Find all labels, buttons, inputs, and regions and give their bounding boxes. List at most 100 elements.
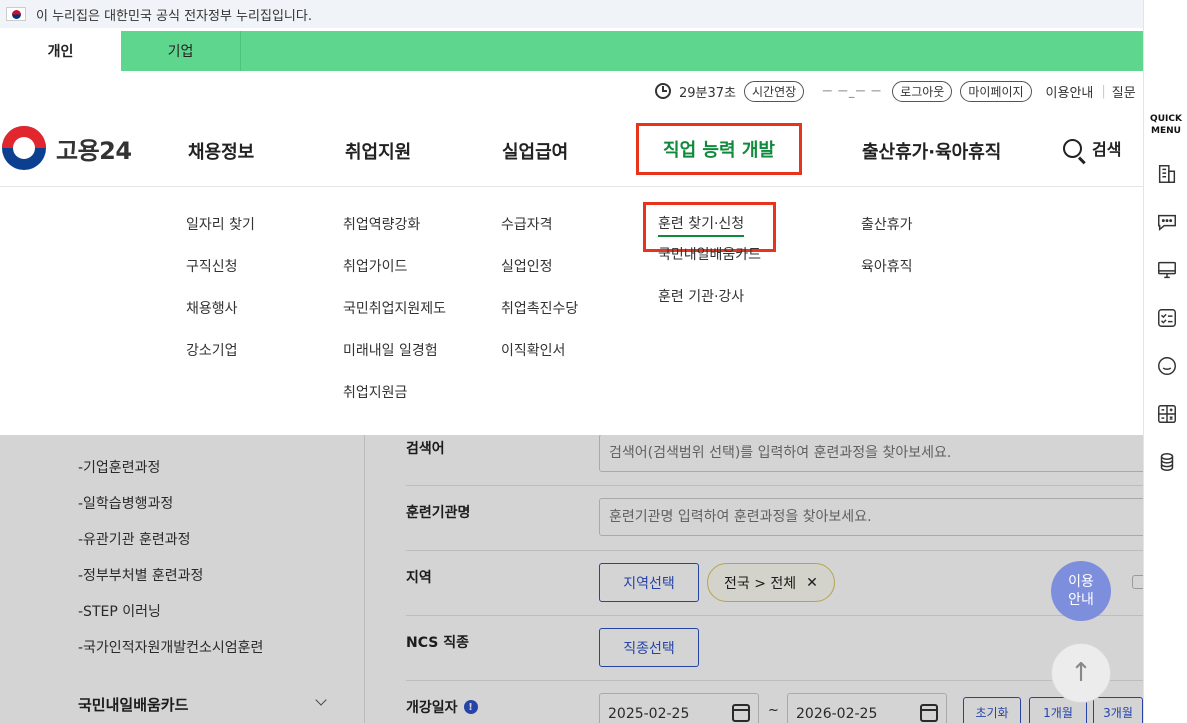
logout-button[interactable]: 로그아웃 (892, 80, 953, 102)
quick-menu-title-line2: MENU (1151, 126, 1181, 136)
side-nav-item[interactable]: -기업훈련과정 (78, 457, 160, 477)
calendar-icon[interactable] (732, 704, 750, 722)
submenu-jobs: 일자리 찾기 구직신청 채용행사 강소기업 (186, 214, 255, 382)
divider (406, 550, 1143, 551)
gnb-employment-support[interactable]: 취업지원 (345, 138, 411, 164)
usage-guide-line2: 안내 (1068, 592, 1094, 608)
gnb-vocational-training[interactable]: 직업 능력 개발 (636, 123, 802, 175)
tab-personal[interactable]: 개인 (0, 31, 121, 71)
submenu-item-label: 훈련 찾기·신청 (658, 216, 745, 237)
extend-session-button[interactable]: 시간연장 (744, 80, 805, 102)
start-date-to-value: 2026-02-25 (796, 706, 878, 722)
audience-tabs: 개인 기업 (0, 31, 1143, 71)
quick-menu: QUICK MENU (1143, 0, 1187, 723)
gnb-unemployment-benefit[interactable]: 실업급여 (502, 138, 568, 164)
region-label: 지역 (406, 570, 432, 586)
monitor-icon[interactable] (1156, 259, 1178, 281)
search-button[interactable]: 검색 (1063, 136, 1121, 160)
region-chip: 전국 > 전체 ✕ (707, 563, 835, 602)
submenu-item[interactable]: 일자리 찾기 (186, 214, 255, 256)
submenu-item[interactable]: 구직신청 (186, 256, 255, 298)
ncs-label: NCS 직종 (406, 635, 469, 651)
coins-icon[interactable] (1156, 451, 1178, 473)
institution-input[interactable] (599, 498, 1143, 536)
side-nav-item[interactable]: -정부부처별 훈련과정 (78, 565, 203, 585)
checklist-icon[interactable] (1156, 307, 1178, 329)
divider (406, 615, 1143, 616)
side-nav-item[interactable]: -국가인적자원개발컨소시엄훈련 (78, 637, 263, 657)
divider (406, 485, 1143, 486)
submenu-item[interactable]: 미래내일 일경험 (343, 340, 446, 382)
smile-icon[interactable] (1156, 355, 1178, 377)
usage-guide-line1: 이용 (1068, 574, 1094, 590)
submenu-employment-support: 취업역량강화 취업가이드 국민취업지원제도 미래내일 일경험 취업지원금 (343, 214, 446, 424)
usage-guide-label: 이용 안내 (1068, 573, 1094, 609)
chevron-down-icon (315, 694, 327, 706)
building-icon[interactable] (1156, 163, 1178, 185)
quick-menu-title-line1: QUICK (1150, 114, 1182, 124)
mypage-button[interactable]: 마이페이지 (960, 80, 1032, 102)
start-date-from-value: 2025-02-25 (608, 706, 690, 722)
logo-text: 고용24 (56, 136, 132, 165)
submenu-item[interactable]: 실업인정 (501, 256, 578, 298)
korea-flag-icon (6, 7, 26, 21)
checkbox[interactable] (1132, 575, 1143, 589)
tab-corporate[interactable]: 기업 (121, 31, 241, 71)
submenu-item[interactable]: 취업촉진수당 (501, 298, 578, 340)
date-separator: ~ (768, 703, 779, 718)
submenu-item[interactable]: 취업지원금 (343, 382, 446, 424)
scroll-top-button[interactable]: ↑ (1051, 643, 1111, 703)
side-nav-item[interactable]: -일학습병행과정 (78, 493, 173, 513)
guide-link[interactable]: 이용안내 (1046, 82, 1094, 101)
submenu-item[interactable]: 훈련 기관·강사 (658, 286, 776, 328)
info-icon[interactable]: ! (463, 700, 478, 714)
start-date-to[interactable]: 2026-02-25 (787, 693, 947, 723)
reset-button[interactable]: 초기화 (963, 697, 1021, 723)
submenu-item[interactable]: 육아휴직 (861, 256, 913, 298)
submenu-item[interactable]: 국민내일배움카드 (658, 244, 776, 286)
gnb-leave[interactable]: 출산휴가·육아휴직 (862, 138, 1001, 164)
region-select-button[interactable]: 지역선택 (599, 563, 699, 602)
submenu-item[interactable]: 강소기업 (186, 340, 255, 382)
start-date-label-text: 개강일자 (406, 700, 458, 716)
submenu-item[interactable]: 국민취업지원제도 (343, 298, 446, 340)
side-nav-item[interactable]: -STEP 이러닝 (78, 601, 161, 621)
gov-banner-text: 이 누리집은 대한민국 공식 전자정부 누리집입니다. (36, 8, 312, 24)
search-label: 검색 (1092, 140, 1122, 159)
usage-guide-float-button[interactable]: 이용 안내 (1051, 561, 1111, 621)
submenu-item[interactable]: 수급자격 (501, 214, 578, 256)
divider: | (1101, 83, 1106, 99)
logo[interactable]: 고용24 (2, 126, 132, 170)
submenu-item[interactable]: 채용행사 (186, 298, 255, 340)
side-nav-item[interactable]: -유관기관 훈련과정 (78, 529, 191, 549)
search-icon (1063, 138, 1082, 158)
session-timer: 29분37초 (679, 85, 737, 101)
submenu-item[interactable]: 취업역량강화 (343, 214, 446, 256)
keyword-input[interactable] (599, 435, 1143, 472)
side-nav-section-card[interactable]: 국민내일배움카드 (78, 694, 327, 715)
submenu-unemployment-benefit: 수급자격 실업인정 취업촉진수당 이직확인서 (501, 214, 578, 382)
submenu-item[interactable]: 취업가이드 (343, 256, 446, 298)
side-nav: -기업훈련과정 -일학습병행과정 -유관기관 훈련과정 -정부부처별 훈련과정 … (0, 435, 365, 723)
chat-icon[interactable] (1156, 211, 1178, 233)
divider (406, 680, 1143, 681)
institution-label: 훈련기관명 (406, 505, 471, 521)
header: 고용24 채용정보 취업지원 실업급여 직업 능력 개발 출산휴가·육아휴직 검… (0, 110, 1143, 187)
submenu-leave: 출산휴가 육아휴직 (861, 214, 913, 298)
region-chip-label: 전국 > 전체 (724, 575, 797, 592)
gov-banner: 이 누리집은 대한민국 공식 전자정부 누리집입니다. (0, 0, 1143, 28)
calendar-icon[interactable] (920, 704, 938, 722)
clock-icon (655, 83, 671, 99)
submenu-item[interactable]: 출산휴가 (861, 214, 913, 256)
calculator-icon[interactable] (1156, 403, 1178, 425)
arrow-up-icon: ↑ (1070, 658, 1092, 688)
three-month-button[interactable]: 3개월 (1093, 697, 1143, 723)
mega-menu: 일자리 찾기 구직신청 채용행사 강소기업 취업역량강화 취업가이드 국민취업지… (0, 188, 1143, 435)
submenu-item[interactable]: 이직확인서 (501, 340, 578, 382)
faq-link[interactable]: 질문 (1112, 82, 1136, 101)
gnb-jobs[interactable]: 채용정보 (188, 138, 254, 164)
ncs-select-button[interactable]: 직종선택 (599, 628, 699, 667)
close-icon[interactable]: ✕ (806, 575, 818, 591)
side-nav-section-title: 국민내일배움카드 (78, 696, 189, 714)
start-date-from[interactable]: 2025-02-25 (599, 693, 759, 723)
